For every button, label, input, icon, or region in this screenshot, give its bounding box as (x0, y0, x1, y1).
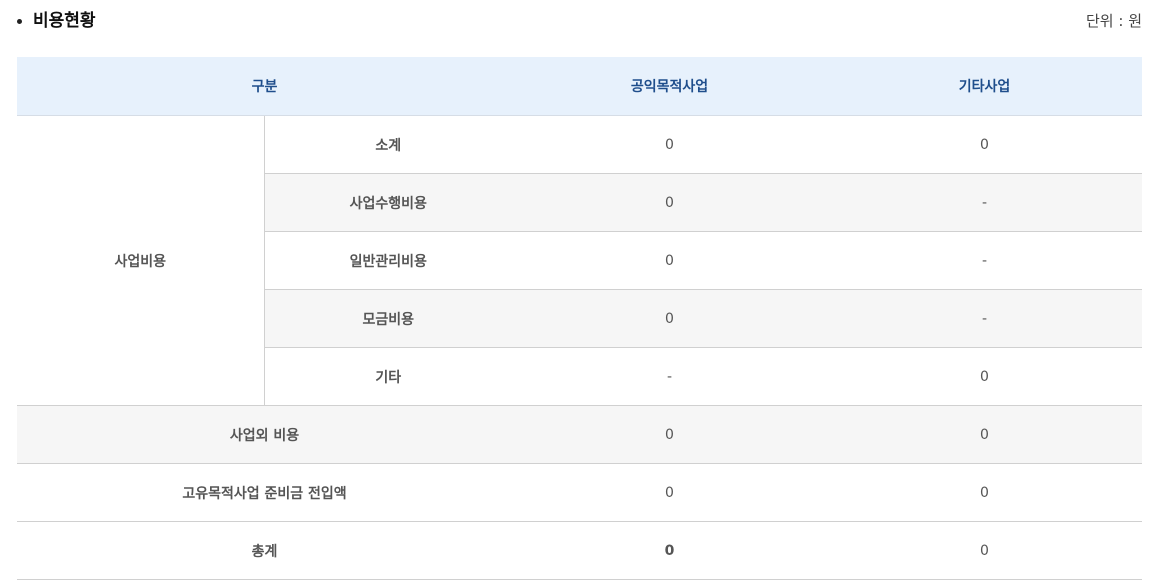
total-label: 총계 (17, 521, 513, 580)
header-public-purpose: 공익목적사업 (512, 57, 828, 116)
total-other: 0 (827, 521, 1143, 580)
row-label: 고유목적사업 준비금 전입액 (17, 463, 513, 522)
row-label: 소계 (263, 115, 513, 174)
row-label: 사업수행비용 (263, 173, 513, 232)
cell-other: - (827, 289, 1143, 348)
cell-other: 0 (827, 115, 1143, 174)
cell-other: - (827, 173, 1143, 232)
row-label: 사업외 비용 (17, 405, 513, 464)
table-row: 사업외 비용 0 0 (17, 405, 1143, 464)
cell-public-purpose: 0 (512, 231, 828, 290)
unit-label: 단위 : 원 (1086, 12, 1142, 30)
total-row: 총계 0 0 (17, 521, 1143, 580)
row-label: 기타 (263, 347, 513, 406)
group-label-business-cost: 사업비용 (17, 115, 264, 406)
cell-other: 0 (827, 347, 1143, 406)
row-label: 일반관리비용 (263, 231, 513, 290)
row-label: 모금비용 (263, 289, 513, 348)
section-header: 비용현황 단위 : 원 (17, 0, 1142, 44)
total-public-purpose: 0 (512, 521, 828, 580)
cell-public-purpose: 0 (512, 115, 828, 174)
cell-public-purpose: 0 (512, 405, 828, 464)
cell-other: 0 (827, 463, 1143, 522)
header-other: 기타사업 (827, 57, 1143, 116)
cell-public-purpose: - (512, 347, 828, 406)
header-category: 구분 (17, 57, 513, 116)
bullet-icon (17, 19, 22, 24)
cost-table: 구분 공익목적사업 기타사업 사업비용 소계 0 0 사업수행비용 0 - 일반… (17, 57, 1143, 580)
cell-public-purpose: 0 (512, 463, 828, 522)
cell-public-purpose: 0 (512, 173, 828, 232)
cell-other: 0 (827, 405, 1143, 464)
cell-other: - (827, 231, 1143, 290)
table-header-row: 구분 공익목적사업 기타사업 (17, 57, 1143, 116)
cell-public-purpose: 0 (512, 289, 828, 348)
table-row: 고유목적사업 준비금 전입액 0 0 (17, 463, 1143, 522)
table-row: 사업비용 소계 0 0 (17, 115, 1143, 406)
section-title: 비용현황 (33, 11, 96, 31)
